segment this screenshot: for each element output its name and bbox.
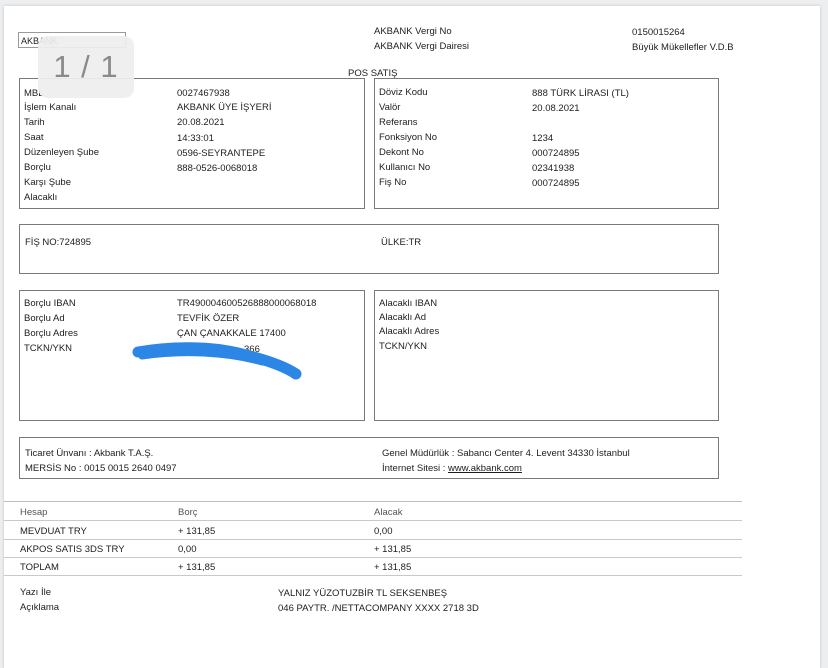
info-value: 000724895 xyxy=(532,178,580,189)
debtor-value: TEVFİK ÖZER xyxy=(177,313,240,324)
info-label: Saat xyxy=(24,132,44,143)
debtor-label: TCKN/YKN xyxy=(24,343,73,354)
info-value: 1234 xyxy=(532,133,554,144)
fis-no: FİŞ NO:724895 xyxy=(25,237,92,248)
info-label: Valör xyxy=(379,102,401,113)
tax-office-value: Büyük Mükellefler V.D.B xyxy=(632,42,734,53)
info-label: Referans xyxy=(379,117,418,128)
info-value: 20.08.2021 xyxy=(532,103,580,114)
info-label: Karşı Şube xyxy=(24,177,71,188)
creditor-label: Alacaklı Adres xyxy=(379,326,440,337)
info-label: Kullanıcı No xyxy=(379,162,431,173)
currency-info-box: Döviz Kodu 888 TÜRK LİRASI (TL) Valör 20… xyxy=(374,78,719,209)
website-link[interactable]: www.akbank.com xyxy=(448,463,522,474)
ledger-rule xyxy=(4,575,742,576)
ledger-rule xyxy=(4,557,742,558)
ledger-account: AKPOS SATIS 3DS TRY xyxy=(20,544,125,555)
description-label: Açıklama xyxy=(20,602,60,613)
ledger-credit: 0,00 xyxy=(374,526,393,537)
website-label: İnternet Sitesi : xyxy=(382,463,449,474)
ledger-header-account: Hesap xyxy=(20,507,48,518)
info-label: Tarih xyxy=(24,117,45,128)
info-value: 0596-SEYRANTEPE xyxy=(177,148,266,159)
info-label: Borçlu xyxy=(24,162,51,173)
ledger-account: MEVDUAT TRY xyxy=(20,526,87,537)
info-value: 888-0526-0068018 xyxy=(177,163,258,174)
info-label: Fonksiyon No xyxy=(379,132,438,143)
debtor-label: Borçlu Adres xyxy=(24,328,78,339)
ledger-header-debit: Borç xyxy=(178,507,198,518)
ledger-debit: + 131,85 xyxy=(178,526,216,537)
redaction-scribble xyxy=(132,342,302,380)
creditor-label: Alacaklı IBAN xyxy=(379,298,438,309)
creditor-label: TCKN/YKN xyxy=(379,341,428,352)
debtor-value: TR490004600526888000068018 xyxy=(177,298,317,309)
creditor-label: Alacaklı Ad xyxy=(379,312,426,323)
tax-no-value: 0150015264 xyxy=(632,27,685,38)
ledger-header-credit: Alacak xyxy=(374,507,403,518)
ledger-account: TOPLAM xyxy=(20,562,59,573)
info-label: Alacaklı xyxy=(24,192,58,203)
info-value: 14:33:01 xyxy=(177,133,214,144)
info-value: AKBANK ÜYE İŞYERİ xyxy=(177,102,272,113)
ledger-credit: + 131,85 xyxy=(374,544,412,555)
fis-box: FİŞ NO:724895 ÜLKE:TR xyxy=(19,224,719,274)
ledger-credit: + 131,85 xyxy=(374,562,412,573)
country: ÜLKE:TR xyxy=(381,237,422,248)
ledger-debit: + 131,85 xyxy=(178,562,216,573)
ledger-rule xyxy=(4,520,742,521)
debtor-value: ÇAN ÇANAKKALE 17400 xyxy=(177,328,286,339)
info-label: İşlem Kanalı xyxy=(24,102,77,113)
website-line: İnternet Sitesi : www.akbank.com xyxy=(382,463,522,475)
info-label: Düzenleyen Şube xyxy=(24,147,99,158)
ledger-top-rule xyxy=(4,501,742,502)
description-value: 046 PAYTR. /NETTACOMPANY XXXX 2718 3D xyxy=(278,603,479,614)
debtor-label: Borçlu Ad xyxy=(24,313,65,324)
info-value: 20.08.2021 xyxy=(177,117,225,128)
info-label: Döviz Kodu xyxy=(379,87,428,98)
document-page: AKBANK AKBANK Vergi No 0150015264 AKBANK… xyxy=(4,6,820,668)
debtor-label: Borçlu IBAN xyxy=(24,298,76,309)
tax-no-label: AKBANK Vergi No xyxy=(374,26,452,37)
written-amount-value: YALNIZ YÜZOTUZBİR TL SEKSENBEŞ xyxy=(278,588,448,599)
ledger-rule xyxy=(4,539,742,540)
written-amount-label: Yazı İle xyxy=(20,587,51,598)
ledger-debit: 0,00 xyxy=(178,544,197,555)
creditor-box: Alacaklı IBAN Alacaklı Ad Alacaklı Adres… xyxy=(374,290,719,421)
info-value: 000724895 xyxy=(532,148,580,159)
info-label: Dekont No xyxy=(379,147,424,158)
headquarters: Genel Müdürlük : Sabancı Center 4. Leven… xyxy=(382,448,630,459)
info-value: 02341938 xyxy=(532,163,575,174)
trade-name: Ticaret Ünvanı : Akbank T.A.Ş. xyxy=(25,448,154,459)
company-box: Ticaret Ünvanı : Akbank T.A.Ş. MERSİS No… xyxy=(19,437,719,479)
info-label: Fiş No xyxy=(379,177,407,188)
tax-office-label: AKBANK Vergi Dairesi xyxy=(374,41,470,52)
mersis-no: MERSİS No : 0015 0015 2640 0497 xyxy=(25,463,177,474)
info-value: 888 TÜRK LİRASI (TL) xyxy=(532,88,629,99)
info-value: 0027467938 xyxy=(177,88,230,99)
page-indicator: 1 / 1 xyxy=(38,36,134,98)
